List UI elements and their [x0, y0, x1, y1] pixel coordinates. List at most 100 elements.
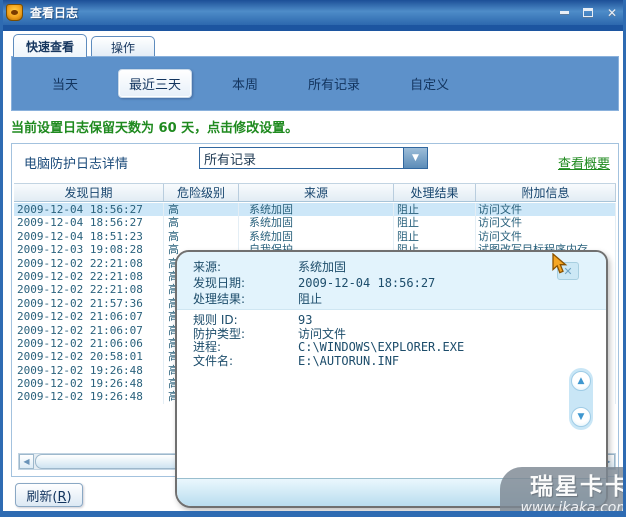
- mouse-cursor: [552, 253, 568, 274]
- refresh-hotkey: R: [57, 489, 67, 505]
- maximize-icon: [583, 8, 593, 17]
- quick-filter-panel: 当天 最近三天 本周 所有记录 自定义: [11, 56, 619, 111]
- watermark-brand: 瑞星卡卡: [530, 474, 626, 500]
- field-label: 进程:: [193, 340, 222, 354]
- cell-date: 2009-12-02 19:26:48: [14, 377, 164, 391]
- scroll-down-icon[interactable]: ▼: [571, 407, 591, 427]
- scroll-left-icon[interactable]: ◀: [19, 454, 34, 469]
- filter-button[interactable]: 最近三天: [118, 69, 193, 98]
- cell-date: 2009-12-04 18:56:27: [14, 216, 164, 230]
- cell-date: 2009-12-02 21:06:07: [14, 310, 164, 324]
- cell-danger-level: 高: [164, 203, 239, 217]
- cell-date: 2009-12-04 18:51:23: [14, 229, 164, 244]
- table-row[interactable]: 2009-12-04 18:56:27 高 系统加固 阻止 访问文件: [14, 203, 616, 217]
- field-label: 文件名:: [193, 353, 234, 368]
- view-summary-link[interactable]: 查看概要: [558, 153, 610, 172]
- panel-title: 电脑防护日志详情: [24, 157, 129, 172]
- field-label: 来源:: [193, 260, 222, 274]
- popup-summary-section: 来源: 系统加固 发现日期: 2009-12-04 18:56:27 处理结果:…: [177, 252, 606, 310]
- scroll-up-icon[interactable]: ▲: [571, 371, 591, 391]
- cell-result: 阻止: [394, 203, 476, 217]
- cell-date: 2009-12-02 21:06:06: [14, 336, 164, 351]
- column-header[interactable]: 来源: [239, 184, 394, 201]
- cell-extra-info: 访问文件: [476, 203, 616, 217]
- popup-field: 规则 ID: 93: [177, 313, 566, 328]
- watermark-url: www.ikaka.com: [520, 500, 626, 516]
- column-header[interactable]: 附加信息: [476, 184, 616, 201]
- filter-button[interactable]: 本周: [222, 70, 268, 97]
- refresh-button[interactable]: 刷新(R): [15, 483, 83, 507]
- field-label: 发现日期:: [193, 276, 246, 290]
- popup-scroll-control: ▲ ▼: [569, 368, 593, 430]
- column-header[interactable]: 危险级别: [164, 184, 239, 201]
- cell-date: 2009-12-02 22:21:08: [14, 283, 164, 297]
- cell-date: 2009-12-02 22:21:08: [14, 256, 164, 270]
- popup-field: 进程: C:\WINDOWS\EXPLORER.EXE: [177, 340, 566, 355]
- cell-date: 2009-12-02 19:26:48: [14, 390, 164, 404]
- maximize-button[interactable]: [580, 6, 596, 20]
- cell-result: 阻止: [394, 216, 476, 230]
- cell-source: 系统加固: [239, 229, 394, 244]
- column-header[interactable]: 处理结果: [394, 184, 476, 201]
- field-value: E:\AUTORUN.INF: [298, 353, 400, 368]
- watermark: 瑞星卡卡 www.ikaka.com: [500, 467, 626, 516]
- tab-bar: 快速查看 操作: [13, 34, 156, 57]
- minimize-icon: [559, 11, 569, 14]
- popup-field: 发现日期: 2009-12-04 18:56:27: [177, 275, 606, 291]
- record-type-dropdown[interactable]: 所有记录 ▼: [199, 147, 428, 169]
- field-value: 2009-12-04 18:56:27: [298, 276, 436, 290]
- field-label: 防护类型:: [193, 326, 246, 341]
- rising-lion-app-icon: [6, 4, 23, 21]
- field-value: 阻止: [298, 292, 323, 306]
- window-controls: ✕: [556, 6, 620, 20]
- cell-extra-info: 访问文件: [476, 216, 616, 230]
- refresh-label-suffix: ): [66, 489, 72, 505]
- log-viewer-window: 查看日志 ✕ 快速查看 操作 当天 最近三天 本周 所有记录 自定义 当前设置日…: [0, 0, 626, 517]
- cell-date: 2009-12-02 20:58:01: [14, 350, 164, 364]
- field-value: 访问文件: [298, 326, 347, 341]
- column-header[interactable]: 发现日期: [14, 184, 164, 201]
- cell-date: 2009-12-02 21:06:07: [14, 323, 164, 337]
- filter-button[interactable]: 所有记录: [298, 70, 370, 97]
- cell-date: 2009-12-02 19:26:48: [14, 363, 164, 378]
- cell-danger-level: 高: [164, 229, 239, 244]
- refresh-label: 刷新(: [26, 489, 58, 505]
- cell-date: 2009-12-02 22:21:08: [14, 269, 164, 284]
- cell-extra-info: 访问文件: [476, 229, 616, 244]
- popup-field: 防护类型: 访问文件: [177, 326, 566, 342]
- field-value: C:\WINDOWS\EXPLORER.EXE: [298, 340, 465, 354]
- field-label: 规则 ID:: [193, 313, 238, 327]
- popup-summary-fields: 来源: 系统加固 发现日期: 2009-12-04 18:56:27 处理结果:…: [177, 252, 606, 307]
- tab[interactable]: 操作: [91, 36, 156, 57]
- field-value: 93: [298, 313, 313, 327]
- field-value: 系统加固: [298, 260, 347, 274]
- tab-label: 操作: [111, 40, 136, 55]
- cell-danger-level: 高: [164, 216, 239, 230]
- tab[interactable]: 快速查看: [13, 34, 88, 57]
- dropdown-value: 所有记录: [204, 152, 257, 168]
- table-row[interactable]: 2009-12-04 18:56:27 高 系统加固 阻止 访问文件: [14, 216, 616, 230]
- cell-source: 系统加固: [239, 203, 394, 217]
- field-label: 处理结果:: [193, 292, 246, 306]
- popup-field: 来源: 系统加固: [177, 259, 606, 275]
- cell-date: 2009-12-03 19:08:28: [14, 243, 164, 257]
- titlebar-divider: [3, 25, 623, 31]
- chevron-down-icon[interactable]: ▼: [403, 148, 427, 168]
- cell-source: 系统加固: [239, 216, 394, 230]
- log-retention-notice[interactable]: 当前设置日志保留天数为 60 天，点击修改设置。: [11, 117, 298, 136]
- cell-date: 2009-12-04 18:56:27: [14, 203, 164, 217]
- popup-field: 处理结果: 阻止: [177, 291, 606, 307]
- table-row[interactable]: 2009-12-04 18:51:23 高 系统加固 阻止 访问文件: [14, 229, 616, 244]
- minimize-button[interactable]: [556, 6, 572, 20]
- window-title: 查看日志: [30, 6, 79, 20]
- cell-result: 阻止: [394, 229, 476, 244]
- filter-button[interactable]: 当天: [42, 70, 88, 97]
- cell-date: 2009-12-02 21:57:36: [14, 296, 164, 311]
- popup-field: 文件名: E:\AUTORUN.INF: [177, 353, 566, 369]
- close-button[interactable]: ✕: [604, 6, 620, 20]
- table-header: 发现日期 危险级别 来源 处理结果 附加信息: [14, 183, 616, 202]
- titlebar: 查看日志 ✕: [3, 0, 623, 25]
- popup-detail-fields: 规则 ID: 93 防护类型: 访问文件 进程: C:\WINDOWS\EXPL…: [177, 313, 566, 369]
- tab-label: 快速查看: [26, 39, 75, 54]
- filter-button[interactable]: 自定义: [400, 70, 459, 97]
